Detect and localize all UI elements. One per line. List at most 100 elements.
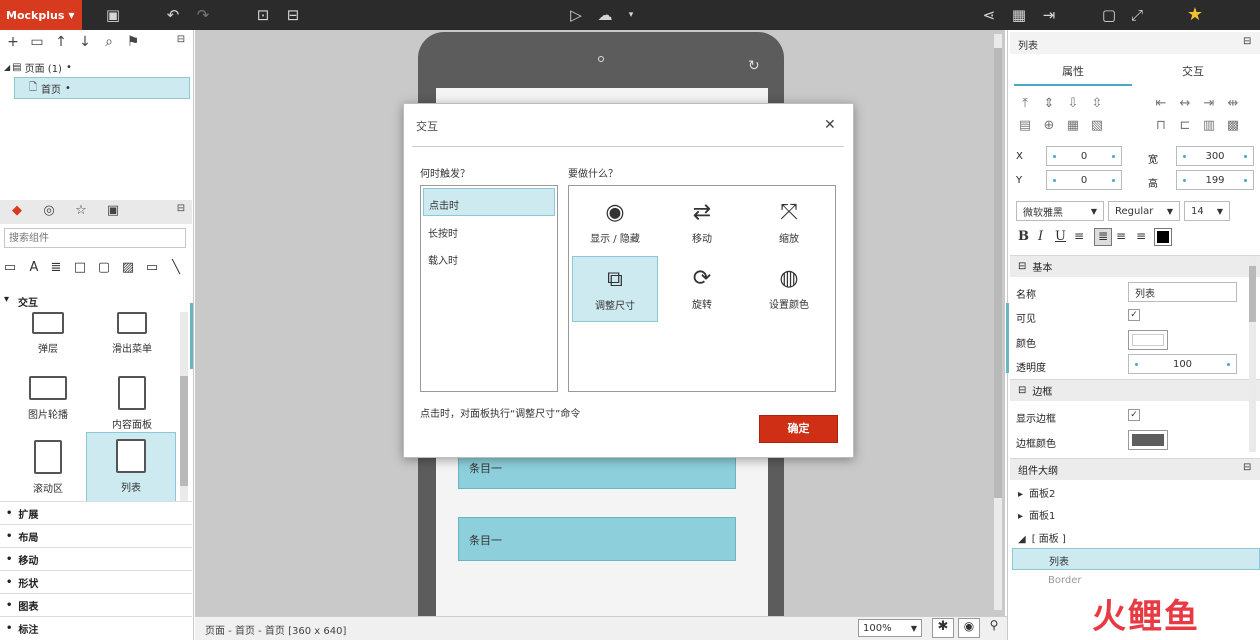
distribute-v-icon[interactable]: ⇳ bbox=[1086, 96, 1108, 111]
align-text-center-icon[interactable]: ≡ bbox=[1116, 229, 1126, 243]
group-icon[interactable]: ⊡ bbox=[252, 0, 274, 30]
folder-icon[interactable]: ▭ bbox=[28, 34, 46, 50]
export-icon[interactable]: ⇥ bbox=[1038, 0, 1060, 30]
fullscreen-window-icon[interactable]: ▢ bbox=[1098, 0, 1120, 30]
close-icon[interactable]: ✕ bbox=[824, 117, 836, 133]
tree-root[interactable]: ◢ ▤ 页面 (1) • bbox=[0, 56, 190, 78]
align-bottom-icon[interactable]: ⇩ bbox=[1062, 96, 1084, 111]
text-color-swatch[interactable] bbox=[1154, 228, 1172, 246]
name-input[interactable]: 列表 bbox=[1128, 282, 1237, 302]
font-family-select[interactable]: 微软雅黑 ▼ bbox=[1016, 201, 1104, 221]
outline-item-border[interactable]: Border bbox=[1048, 575, 1082, 586]
component-search-input[interactable] bbox=[4, 228, 186, 248]
component-content-panel[interactable]: 内容面板 bbox=[84, 370, 178, 438]
cloud-icon[interactable]: ☁ bbox=[594, 0, 616, 30]
category-mobile[interactable]: • 移动 bbox=[0, 547, 192, 570]
play-icon[interactable]: ▷ bbox=[565, 0, 587, 30]
trigger-item-load[interactable]: 载入时 bbox=[428, 252, 458, 267]
align-text-left-icon[interactable]: ≣ bbox=[1094, 228, 1112, 246]
preview-eye-icon[interactable]: ◉ bbox=[958, 618, 980, 638]
outline-item-panel[interactable]: ◢ [ 面板 ] bbox=[1018, 530, 1066, 545]
component-carousel[interactable]: 图片轮播 bbox=[0, 370, 96, 438]
flag-icon[interactable]: ⚑ bbox=[124, 34, 142, 50]
underline-icon[interactable]: U bbox=[1055, 229, 1066, 244]
flip-v-icon[interactable]: ⊓ bbox=[1150, 118, 1172, 133]
align-left-icon[interactable]: ⇤ bbox=[1150, 96, 1172, 111]
image-icon[interactable]: ▨ bbox=[118, 260, 138, 275]
visible-checkbox[interactable]: ✓ bbox=[1128, 309, 1140, 321]
action-move[interactable]: ⇄ 移动 bbox=[659, 190, 745, 256]
bold-icon[interactable]: B bbox=[1018, 229, 1029, 244]
share-icon[interactable]: ⋖ bbox=[978, 0, 1000, 30]
category-annotation[interactable]: • 标注 bbox=[0, 616, 192, 639]
action-rotate[interactable]: ⟳ 旋转 bbox=[659, 256, 745, 322]
category-layout[interactable]: • 布局 bbox=[0, 524, 192, 547]
italic-icon[interactable]: I bbox=[1038, 229, 1043, 244]
favorites-tab-icon[interactable]: ☆ bbox=[70, 203, 92, 221]
paragraph-icon[interactable]: ≣ bbox=[46, 260, 66, 275]
expand-icon[interactable]: ⤢ bbox=[1126, 0, 1148, 30]
action-set-color[interactable]: ◍ 设置颜色 bbox=[746, 256, 832, 322]
add-page-icon[interactable]: + bbox=[4, 34, 22, 50]
component-group-label[interactable]: 交互 bbox=[18, 294, 38, 309]
zoom-select[interactable]: 100% ▼ bbox=[858, 619, 922, 637]
component-popup[interactable]: 弹层 bbox=[0, 312, 96, 374]
y-input[interactable]: 0 bbox=[1046, 170, 1122, 190]
button-shape-icon[interactable]: ▢ bbox=[94, 260, 114, 275]
font-weight-select[interactable]: Regular ▼ bbox=[1108, 201, 1180, 221]
scrollbar-thumb[interactable] bbox=[1249, 266, 1256, 322]
move-up-icon[interactable]: ↑ bbox=[52, 34, 70, 50]
component-scrollbar[interactable] bbox=[180, 312, 188, 502]
section-basic[interactable]: ⊟ 基本 bbox=[1010, 255, 1260, 277]
rotate-device-icon[interactable]: ↻ bbox=[748, 58, 760, 74]
trigger-item-longpress[interactable]: 长按时 bbox=[428, 225, 458, 240]
components-tab-icon[interactable]: ◆ bbox=[6, 203, 28, 221]
align-top-icon[interactable]: ⤒ bbox=[1014, 96, 1036, 111]
width-input[interactable]: 300 bbox=[1176, 146, 1254, 166]
search-icon[interactable]: ⌕ bbox=[100, 34, 118, 50]
show-border-checkbox[interactable]: ✓ bbox=[1128, 409, 1140, 421]
tab-interactions[interactable]: 交互 bbox=[1134, 58, 1252, 86]
opacity-input[interactable]: 100 bbox=[1128, 354, 1237, 374]
category-chart[interactable]: • 图表 bbox=[0, 593, 192, 616]
action-show-hide[interactable]: ◉ 显示 / 隐藏 bbox=[572, 190, 658, 256]
collapse-icon[interactable]: ⊟ bbox=[172, 34, 190, 45]
icons-tab-icon[interactable]: ◎ bbox=[38, 203, 60, 221]
section-outline[interactable]: 组件大纲 bbox=[1010, 458, 1260, 480]
border-color-swatch[interactable] bbox=[1128, 430, 1168, 450]
height-input[interactable]: 199 bbox=[1176, 170, 1254, 190]
app-menu-button[interactable]: Mockplus ▼ bbox=[0, 0, 82, 30]
section-border[interactable]: ⊟ 边框 bbox=[1010, 379, 1260, 401]
component-list[interactable]: 列表 bbox=[86, 432, 176, 502]
scrollbar-thumb[interactable] bbox=[994, 48, 1002, 498]
text-wrap-icon[interactable]: ≡ bbox=[1074, 229, 1084, 243]
line-icon[interactable]: ╲ bbox=[166, 260, 186, 275]
collapse-icon[interactable]: ⊟ bbox=[1243, 462, 1251, 473]
align-vcenter-icon[interactable]: ⇕ bbox=[1038, 96, 1060, 111]
templates-tab-icon[interactable]: ▣ bbox=[102, 203, 124, 221]
qrcode-icon[interactable]: ▦ bbox=[1008, 0, 1030, 30]
move-down-icon[interactable]: ↓ bbox=[76, 34, 94, 50]
align-text-right-icon[interactable]: ≡ bbox=[1136, 229, 1146, 243]
outline-item-panel2[interactable]: ▸ 面板2 bbox=[1018, 485, 1055, 500]
category-extend[interactable]: • 扩展 bbox=[0, 501, 192, 524]
outline-item-panel1[interactable]: ▸ 面板1 bbox=[1018, 507, 1055, 522]
fill-color-swatch[interactable] bbox=[1128, 330, 1168, 350]
lock-icon[interactable]: ⊕ bbox=[1038, 118, 1060, 133]
font-size-select[interactable]: 14 ▼ bbox=[1184, 201, 1230, 221]
action-resize[interactable]: ⧉ 调整尺寸 bbox=[572, 256, 658, 322]
action-scale[interactable]: ⤧ 缩放 bbox=[746, 190, 832, 256]
same-size-icon[interactable]: ▩ bbox=[1222, 118, 1244, 133]
ungroup-icon[interactable]: ⊟ bbox=[282, 0, 304, 30]
redo-icon[interactable]: ↷ bbox=[192, 0, 214, 30]
input-shape-icon[interactable]: ▭ bbox=[142, 260, 162, 275]
tree-page-item[interactable]: 🗋 首页 • bbox=[14, 77, 190, 99]
scrollbar-thumb[interactable] bbox=[180, 376, 188, 486]
cloud-menu-chevron-icon[interactable]: ▾ bbox=[620, 0, 642, 30]
pin-icon[interactable]: ⚲ bbox=[984, 618, 1004, 638]
bring-front-icon[interactable]: ▤ bbox=[1014, 118, 1036, 133]
group-icon[interactable]: ▦ bbox=[1062, 118, 1084, 133]
x-input[interactable]: 0 bbox=[1046, 146, 1122, 166]
list-item[interactable]: 条目一 bbox=[458, 517, 736, 561]
confirm-button[interactable]: 确定 bbox=[759, 415, 838, 443]
